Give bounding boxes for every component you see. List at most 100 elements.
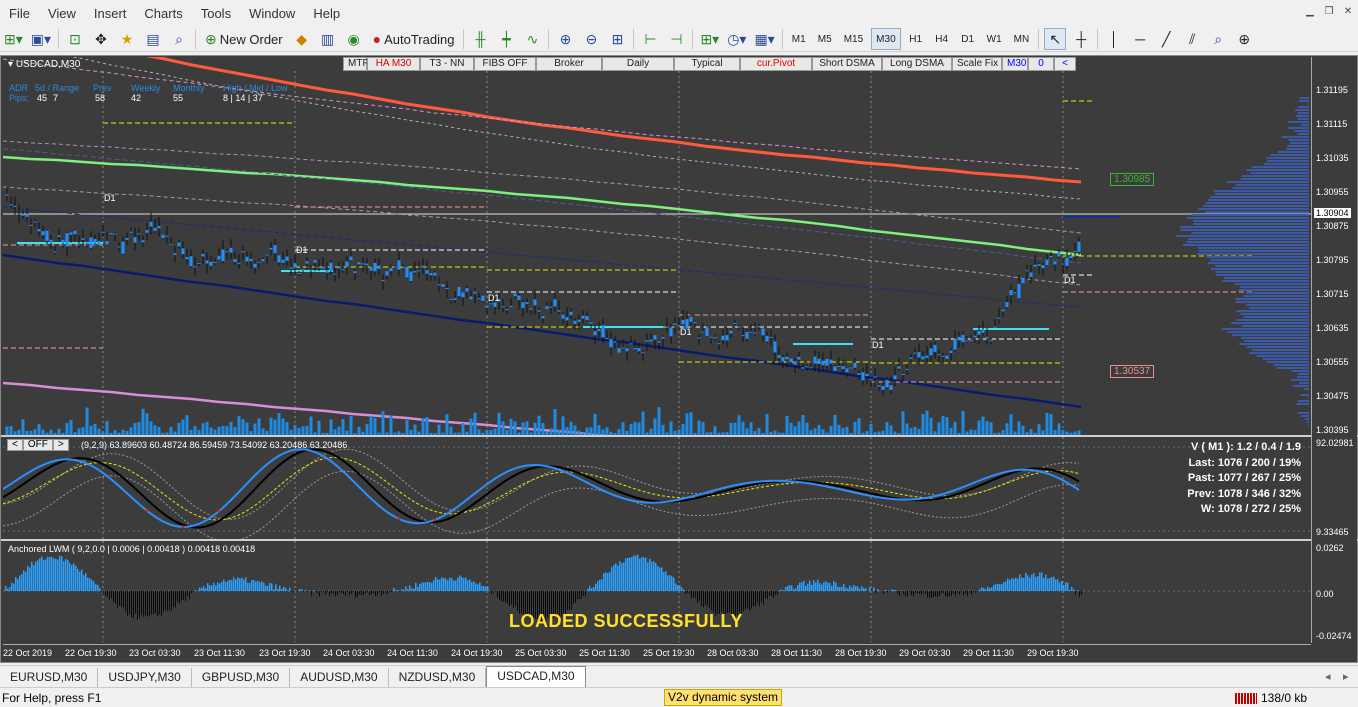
candle-body — [61, 239, 65, 244]
btn-short-dsma[interactable]: Short DSMA — [812, 57, 882, 71]
tab-usdcad[interactable]: USDCAD,M30 — [486, 666, 586, 687]
market-icon[interactable]: ◉ — [343, 28, 365, 50]
btn-tf-m30[interactable]: M30 — [1002, 57, 1028, 71]
status-profile[interactable]: V2v dynamic system — [664, 689, 782, 706]
zoom-out-icon[interactable]: ⊖ — [580, 28, 602, 50]
btn-fibs[interactable]: FIBS OFF — [474, 57, 536, 71]
btn-ha-m30[interactable]: HA M30 — [367, 57, 420, 71]
btn-scale-fix[interactable]: Scale Fix — [952, 57, 1002, 71]
tab-nzdusd[interactable]: NZDUSD,M30 — [389, 668, 487, 687]
btn-cur-pivot[interactable]: cur.Pivot — [740, 57, 812, 71]
terminal-icon[interactable]: ▤ — [142, 28, 164, 50]
periods-icon[interactable]: ◷▾ — [725, 28, 748, 50]
lwm-bar-up — [655, 562, 657, 591]
candle-body — [125, 238, 129, 240]
navigator-icon[interactable]: ★ — [116, 28, 138, 50]
btn-zero[interactable]: 0 — [1028, 57, 1054, 71]
btn-t3[interactable]: T3 - NN — [420, 57, 474, 71]
lwm-bar-up — [799, 582, 801, 591]
price-pane[interactable]: ▾ USDCAD,M30 MTF HA M30 T3 - NN FIBS OFF… — [3, 57, 1311, 435]
restore-icon[interactable]: ❐ — [1322, 6, 1336, 20]
osc-next-button[interactable]: > — [52, 439, 69, 451]
menu-insert[interactable]: Insert — [85, 6, 136, 21]
menu-help[interactable]: Help — [304, 6, 349, 21]
autoscroll-icon[interactable]: ⊣ — [665, 28, 687, 50]
meta-editor-icon[interactable]: ◆ — [291, 28, 313, 50]
trend-line — [3, 253, 1082, 409]
btn-collapse[interactable]: < — [1054, 57, 1076, 71]
lwm-bar-up — [203, 586, 205, 591]
templates-icon[interactable]: ▦▾ — [752, 28, 776, 50]
oscillator-pane[interactable]: < OFF > (9,2,9) 63.89603 60.48724 86.594… — [3, 437, 1311, 539]
market-watch-icon[interactable]: ⊡ — [64, 28, 86, 50]
candle-body — [657, 341, 661, 343]
tab-scroll-right-icon[interactable]: ▸ — [1343, 670, 1349, 683]
osc-dot — [433, 518, 437, 522]
menu-view[interactable]: View — [39, 6, 85, 21]
tf-h1[interactable]: H1 — [905, 28, 927, 50]
btn-mtf[interactable]: MTF — [343, 57, 369, 71]
horizontal-line-icon[interactable]: ─ — [1129, 28, 1151, 50]
menu-tools[interactable]: Tools — [192, 6, 240, 21]
tf-m30[interactable]: M30 — [871, 28, 901, 50]
profiles-icon[interactable]: ▣▾ — [29, 28, 53, 50]
menu-charts[interactable]: Charts — [135, 6, 191, 21]
lwm-bar-down — [575, 591, 576, 603]
lwm-bar-up — [979, 589, 981, 591]
osc-off-button[interactable]: OFF — [22, 439, 53, 451]
menu-file[interactable]: File — [0, 6, 39, 21]
crosshair-icon[interactable]: ┼ — [1070, 28, 1092, 50]
zoom-in-icon[interactable]: ⊕ — [554, 28, 576, 50]
tf-h4[interactable]: H4 — [931, 28, 953, 50]
new-chart-icon[interactable]: ⊞▾ — [2, 28, 25, 50]
cursor-icon[interactable]: ↖ — [1044, 28, 1067, 50]
autotrading-button[interactable]: ● AutoTrading — [369, 28, 459, 50]
lwm-bar-up — [847, 588, 849, 591]
close-icon[interactable]: ✕ — [1341, 6, 1355, 20]
vertical-line-icon[interactable]: │ — [1103, 28, 1125, 50]
candle-body — [821, 360, 825, 366]
btn-typical[interactable]: Typical — [674, 57, 740, 71]
fibonacci-icon[interactable]: ⌕ — [1207, 28, 1229, 50]
strategy-tester-icon[interactable]: ⌕ — [168, 28, 190, 50]
btn-daily[interactable]: Daily — [602, 57, 674, 71]
tab-audusd[interactable]: AUDUSD,M30 — [290, 668, 389, 687]
more-tools-icon[interactable]: ⊕ — [1233, 28, 1255, 50]
new-order-button[interactable]: ⊕ New Order — [201, 28, 287, 50]
indicators-icon[interactable]: ⊞▾ — [698, 28, 721, 50]
chart-shift-icon[interactable]: ⊢ — [639, 28, 661, 50]
trendline-icon[interactable]: ╱ — [1155, 28, 1177, 50]
tab-eurusd[interactable]: EURUSD,M30 — [0, 668, 99, 687]
tab-gbpusd[interactable]: GBPUSD,M30 — [192, 668, 291, 687]
lwm-bar-down — [945, 591, 946, 597]
equidistant-channel-icon[interactable]: ⫽ — [1181, 28, 1203, 50]
status-traffic[interactable]: 138/0 kb — [1235, 691, 1307, 705]
volume-bar — [801, 414, 805, 435]
price-axis[interactable]: 1.31195 1.31115 1.31035 1.30955 1.30904 … — [1311, 57, 1357, 643]
tile-windows-icon[interactable]: ⊞ — [606, 28, 628, 50]
tf-m5[interactable]: M5 — [814, 28, 836, 50]
btn-long-dsma[interactable]: Long DSMA — [882, 57, 952, 71]
tf-w1[interactable]: W1 — [983, 28, 1006, 50]
tab-scroll-left-icon[interactable]: ◂ — [1325, 670, 1331, 683]
data-window-icon[interactable]: ✥ — [90, 28, 112, 50]
tab-usdjpy[interactable]: USDJPY,M30 — [98, 668, 192, 687]
osc-prev-button[interactable]: < — [7, 439, 23, 451]
tf-mn[interactable]: MN — [1010, 28, 1034, 50]
candle-body — [141, 240, 145, 243]
menu-window[interactable]: Window — [240, 6, 304, 21]
minimize-icon[interactable]: ▁ — [1303, 6, 1317, 20]
candlestick-icon[interactable]: ┿ — [495, 28, 517, 50]
volume-profile-bar — [1202, 205, 1309, 207]
bar-chart-icon[interactable]: ╫ — [469, 28, 491, 50]
signals-icon[interactable]: ▥ — [317, 28, 339, 50]
lwm-pane[interactable]: Anchored LWM ( 9,2,0.0 | 0.0006 | 0.0041… — [3, 541, 1311, 642]
volume-bar — [129, 427, 133, 435]
tf-m15[interactable]: M15 — [840, 28, 867, 50]
lwm-bar-up — [673, 577, 675, 591]
volume-profile-bar — [1287, 145, 1309, 147]
btn-broker[interactable]: Broker — [536, 57, 602, 71]
tf-d1[interactable]: D1 — [957, 28, 979, 50]
line-chart-icon[interactable]: ∿ — [521, 28, 543, 50]
tf-m1[interactable]: M1 — [788, 28, 810, 50]
